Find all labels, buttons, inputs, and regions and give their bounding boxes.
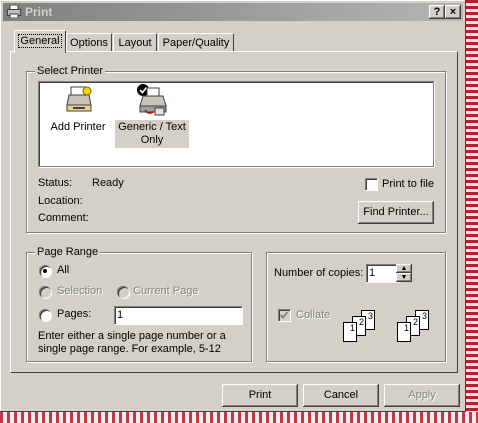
collate-label: Collate xyxy=(296,309,331,321)
copies-label: Number of copies: xyxy=(274,267,364,279)
selection-radio[interactable] xyxy=(39,286,51,298)
location-label: Location: xyxy=(38,195,83,207)
close-button[interactable]: × xyxy=(445,5,461,19)
status-label: Status: xyxy=(38,177,73,189)
printer-icon xyxy=(137,84,167,116)
status-value: Ready xyxy=(92,177,124,189)
help-button[interactable]: ? xyxy=(429,5,445,19)
cancel-button[interactable]: Cancel xyxy=(303,384,379,407)
window-title: Print xyxy=(25,5,53,19)
pages-radio[interactable] xyxy=(39,309,51,321)
title-bar[interactable]: Print ? × xyxy=(3,3,463,21)
arrow-up-icon: ▲ xyxy=(400,265,408,272)
pages-input[interactable]: 1 xyxy=(114,306,242,324)
selection-radio-label: Selection xyxy=(57,285,103,297)
copies-spin-up[interactable]: ▲ xyxy=(396,264,412,273)
tab-general[interactable]: General xyxy=(14,30,66,53)
all-radio[interactable] xyxy=(39,265,51,277)
tab-layout[interactable]: Layout xyxy=(113,33,157,52)
print-dialog: Print ? × General Options Layout Paper/Q… xyxy=(0,0,466,412)
printer-icon xyxy=(7,5,21,18)
add-printer-label: Add Printer xyxy=(50,121,106,133)
current-page-radio[interactable] xyxy=(117,286,129,298)
generic-text-only-label: Generic / Text Only xyxy=(115,120,189,148)
print-to-file-label: Print to file xyxy=(382,178,434,190)
list-item-add-printer[interactable]: Add Printer xyxy=(45,85,111,141)
comment-label: Comment: xyxy=(38,212,89,224)
all-radio-label: All xyxy=(57,264,70,276)
tab-paper-quality[interactable]: Paper/Quality xyxy=(158,33,234,52)
copies-input[interactable]: 1 xyxy=(366,264,398,282)
list-item-generic-text-only[interactable]: Generic / Text Only xyxy=(115,82,189,148)
copies-spin-down[interactable]: ▼ xyxy=(396,273,412,282)
current-page-radio-label: Current Page xyxy=(133,285,199,297)
collate-illustration: 3 2 1 xyxy=(343,310,385,346)
page-range-hint: Enter either a single page number or a s… xyxy=(38,330,226,355)
checkmark-icon xyxy=(279,311,289,319)
find-printer-button[interactable]: Find Printer... xyxy=(358,201,434,224)
background-desktop-strip xyxy=(466,0,478,423)
background-desktop-strip-bottom xyxy=(0,412,478,423)
collate-illustration: 3 2 1 xyxy=(397,310,439,346)
print-button[interactable]: Print xyxy=(222,384,298,407)
add-printer-icon xyxy=(66,86,92,112)
page-range-legend: Page Range xyxy=(35,246,101,258)
printer-list[interactable]: Add Printer Generic / Text Only xyxy=(38,81,434,167)
select-printer-legend: Select Printer xyxy=(35,65,106,77)
collate-checkbox[interactable] xyxy=(278,309,290,321)
tab-options[interactable]: Options xyxy=(66,33,112,52)
arrow-down-icon: ▼ xyxy=(400,274,408,281)
radio-selected-dot xyxy=(43,269,47,273)
page-icon: 1 xyxy=(397,322,411,342)
print-to-file-checkbox[interactable] xyxy=(365,178,377,190)
pages-radio-label: Pages: xyxy=(57,308,92,320)
apply-button[interactable]: Apply xyxy=(384,384,460,407)
page-icon: 1 xyxy=(343,322,357,342)
